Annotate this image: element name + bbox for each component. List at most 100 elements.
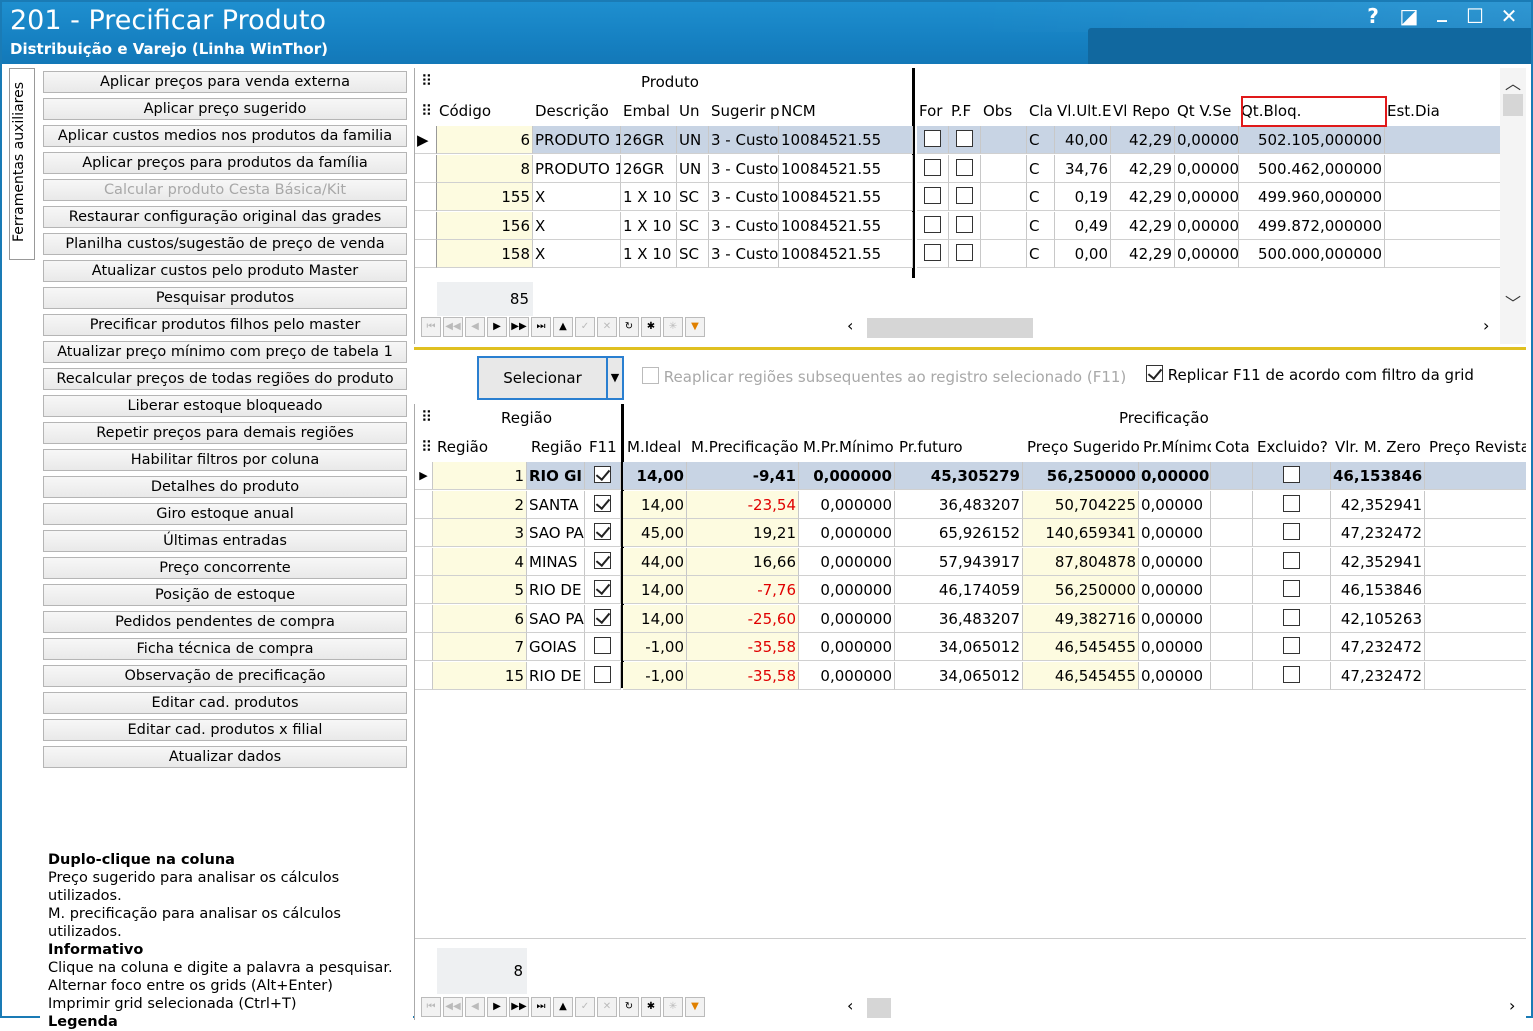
- table-cell[interactable]: 19,21: [687, 519, 799, 547]
- table-cell[interactable]: 42,352941: [1331, 547, 1425, 576]
- dropdown-arrow-icon[interactable]: ▼: [606, 358, 622, 398]
- hscroll-thumb[interactable]: [867, 318, 1033, 338]
- column-header[interactable]: Est.Dia: [1387, 102, 1500, 120]
- table-cell[interactable]: 0,000000: [799, 661, 895, 690]
- action-button[interactable]: Aplicar preços para produtos da família: [43, 152, 407, 174]
- table-cell[interactable]: [917, 240, 949, 268]
- column-header[interactable]: Código: [439, 102, 533, 120]
- action-button[interactable]: Atualizar custos pelo produto Master: [43, 260, 407, 282]
- action-button[interactable]: Repetir preços para demais regiões: [43, 422, 407, 444]
- action-button[interactable]: Preço concorrente: [43, 557, 407, 579]
- column-header[interactable]: Vl.Ult.E: [1057, 102, 1111, 120]
- table-cell[interactable]: RIO DE: [527, 661, 585, 690]
- post-record-icon[interactable]: ✓: [575, 997, 595, 1017]
- table-cell[interactable]: 0,000000: [799, 633, 895, 661]
- prior-page-icon[interactable]: ◀◀: [443, 317, 463, 337]
- table-cell[interactable]: [1253, 661, 1331, 690]
- pf-checkbox[interactable]: [956, 215, 973, 233]
- table-cell[interactable]: SAO PA: [527, 519, 585, 547]
- table-cell[interactable]: 87,804878: [1023, 547, 1139, 576]
- grid-options-icon[interactable]: ⠿: [421, 408, 432, 426]
- table-cell[interactable]: [1385, 126, 1500, 154]
- table-cell[interactable]: 10084521.55: [779, 211, 913, 240]
- column-header[interactable]: P.F: [951, 102, 981, 120]
- scroll-left-icon[interactable]: ‹: [847, 316, 853, 335]
- table-cell[interactable]: [585, 604, 621, 633]
- table-cell[interactable]: 0,000000: [799, 490, 895, 519]
- splitter[interactable]: [414, 347, 1526, 350]
- table-cell[interactable]: 14,00: [623, 490, 687, 519]
- table-cell[interactable]: -35,58: [687, 633, 799, 661]
- table-cell[interactable]: UN: [677, 154, 709, 183]
- table-cell[interactable]: [1211, 462, 1253, 490]
- table-cell[interactable]: 49,382716: [1023, 604, 1139, 633]
- action-button[interactable]: Recalcular preços de todas regiões do pr…: [43, 368, 407, 390]
- table-cell[interactable]: SANTA: [527, 490, 585, 519]
- table-cell[interactable]: 10084521.55: [779, 240, 913, 268]
- action-button[interactable]: Atualizar dados: [43, 746, 407, 768]
- table-cell[interactable]: [585, 519, 621, 547]
- f11-checkbox[interactable]: [594, 523, 611, 540]
- table-cell[interactable]: 10084521.55: [779, 183, 913, 211]
- table-cell[interactable]: 0,00000: [1175, 240, 1239, 268]
- table-cell[interactable]: 1: [433, 462, 527, 490]
- clear-filter-icon[interactable]: ✳: [663, 997, 683, 1017]
- table-cell[interactable]: [1211, 490, 1253, 519]
- refresh-icon[interactable]: ↻: [619, 997, 639, 1017]
- table-cell[interactable]: [585, 462, 621, 490]
- table-cell[interactable]: 0,000000: [799, 604, 895, 633]
- table-cell[interactable]: 1 X 10: [621, 240, 677, 268]
- table-cell[interactable]: C: [1027, 240, 1055, 268]
- table-cell[interactable]: PRODUTO 1: [533, 126, 621, 154]
- grid-options-icon[interactable]: ⠿: [421, 102, 432, 120]
- table-cell[interactable]: 1 X 10: [621, 183, 677, 211]
- table-cell[interactable]: [949, 240, 981, 268]
- table-cell[interactable]: PRODUTO 1: [533, 154, 621, 183]
- table-cell[interactable]: [1385, 240, 1500, 268]
- column-header[interactable]: Obs: [983, 102, 1027, 120]
- table-cell[interactable]: 47,232472: [1331, 661, 1425, 690]
- table-cell[interactable]: 34,76: [1055, 154, 1111, 183]
- column-header[interactable]: M.Pr.Mínimo: [803, 438, 895, 456]
- table-cell[interactable]: 47,232472: [1331, 519, 1425, 547]
- fornecedor-checkbox[interactable]: [924, 244, 941, 261]
- table-cell[interactable]: 34,065012: [895, 661, 1023, 690]
- table-cell[interactable]: C: [1027, 154, 1055, 183]
- table-cell[interactable]: 3 - Custo: [709, 154, 779, 183]
- next-page-icon[interactable]: ▶▶: [509, 997, 529, 1017]
- table-cell[interactable]: 42,352941: [1331, 490, 1425, 519]
- table-cell[interactable]: C: [1027, 126, 1055, 154]
- table-cell[interactable]: 15: [433, 661, 527, 690]
- table-cell[interactable]: [1211, 519, 1253, 547]
- table-cell[interactable]: 5: [433, 576, 527, 604]
- f11-checkbox[interactable]: [594, 665, 611, 683]
- table-cell[interactable]: 44,00: [623, 547, 687, 576]
- last-record-icon[interactable]: ⏭: [531, 997, 551, 1017]
- table-cell[interactable]: X: [533, 240, 621, 268]
- table-cell[interactable]: 46,545455: [1023, 633, 1139, 661]
- action-button[interactable]: Planilha custos/sugestão de preço de ven…: [43, 233, 407, 255]
- table-cell[interactable]: 4: [433, 547, 527, 576]
- table-cell[interactable]: -1,00: [623, 633, 687, 661]
- column-header[interactable]: Embal: [623, 102, 677, 120]
- table-cell[interactable]: [585, 633, 621, 661]
- table-cell[interactable]: 0,000000: [799, 576, 895, 604]
- help-icon[interactable]: ?: [1360, 4, 1386, 28]
- table-cell[interactable]: 65,926152: [895, 519, 1023, 547]
- action-button[interactable]: Pesquisar produtos: [43, 287, 407, 309]
- table-cell[interactable]: [1253, 462, 1331, 490]
- column-header[interactable]: Qt V.Se: [1177, 102, 1239, 120]
- table-cell[interactable]: 0,000000: [799, 547, 895, 576]
- table-cell[interactable]: -35,58: [687, 661, 799, 690]
- grid-options-icon[interactable]: ⠿: [421, 438, 432, 456]
- excluido-checkbox[interactable]: [1283, 665, 1300, 683]
- table-cell[interactable]: 26GR: [621, 126, 677, 154]
- table-cell[interactable]: [1385, 183, 1500, 211]
- table-cell[interactable]: 0,00000: [1139, 519, 1211, 547]
- excluido-checkbox[interactable]: [1283, 523, 1300, 540]
- table-cell[interactable]: 0,00000: [1139, 576, 1211, 604]
- product-grid-vscroll[interactable]: ︿ ﹀: [1500, 68, 1526, 344]
- table-cell[interactable]: 0,000000: [799, 462, 895, 490]
- cancel-edit-icon[interactable]: ✕: [597, 997, 617, 1017]
- table-cell[interactable]: C: [1027, 211, 1055, 240]
